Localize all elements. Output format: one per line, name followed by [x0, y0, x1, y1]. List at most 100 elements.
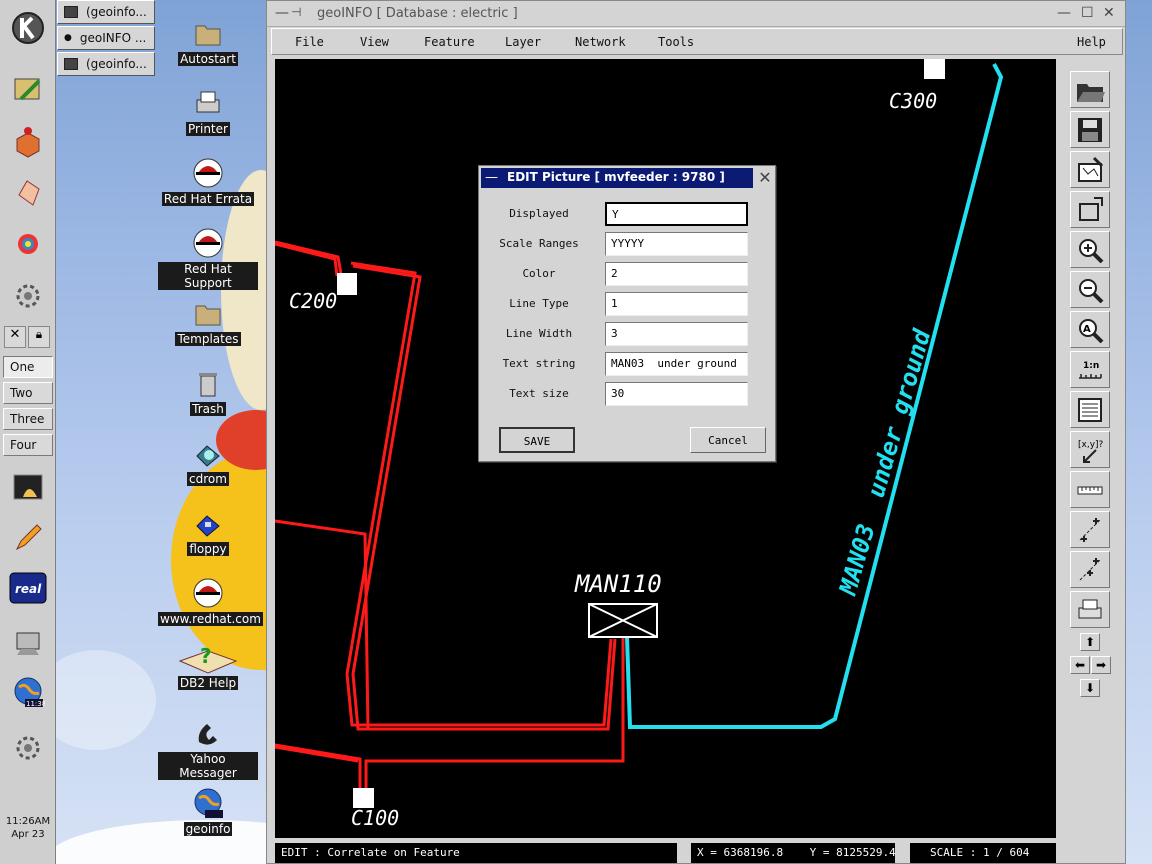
panel-clock[interactable]: 11:26AM Apr 23	[0, 815, 56, 841]
line-type-input[interactable]: 1	[605, 292, 748, 316]
icon-label: Trash	[190, 402, 226, 416]
realplayer-icon[interactable]: real	[5, 566, 51, 610]
menu-help[interactable]: Help	[1077, 35, 1106, 49]
color-input[interactable]: 2	[605, 262, 748, 286]
taskbar-task-2[interactable]: ● geoINFO ...	[57, 26, 155, 50]
desktop-icon-redhat-errata[interactable]: Red Hat Errata	[158, 156, 258, 206]
cancel-button[interactable]: Cancel	[690, 427, 766, 453]
desktop-icon-redhat-web[interactable]: www.redhat.com	[158, 576, 263, 626]
layer-list-icon[interactable]	[1070, 391, 1110, 428]
line-width-input[interactable]: 3	[605, 322, 748, 346]
dialog-title[interactable]: EDIT Picture [ mvfeeder : 9780 ]	[481, 168, 753, 188]
move-vertex-icon[interactable]	[1070, 511, 1110, 548]
menu-feature[interactable]: Feature	[424, 35, 475, 49]
pin-icon[interactable]: ✕	[4, 326, 26, 348]
menubar: File View Feature Layer Network Tools He…	[271, 28, 1123, 55]
open-folder-icon[interactable]	[1070, 71, 1110, 108]
terminal-shell-icon[interactable]	[5, 466, 51, 510]
window-title: geoINFO [ Database : electric ]	[317, 6, 518, 21]
menu-layer[interactable]: Layer	[505, 35, 541, 49]
dialog-menu-icon[interactable]: —	[485, 170, 498, 185]
node-c200	[337, 273, 357, 295]
settings-gear-icon[interactable]	[5, 274, 51, 318]
printer-icon[interactable]	[1070, 591, 1110, 628]
minimize-icon[interactable]: —	[1057, 5, 1071, 21]
desktop-button-four[interactable]: Four	[3, 434, 53, 456]
desktop-icon-cdrom[interactable]: cdrom	[158, 436, 258, 486]
kde-gears-icon[interactable]	[5, 222, 51, 266]
pan-down-button[interactable]: ⬇	[1080, 679, 1100, 697]
scale-1n-icon[interactable]: 1:n	[1070, 351, 1110, 388]
desktop-button-three[interactable]: Three	[3, 408, 53, 430]
select-rectangle-icon[interactable]	[1070, 191, 1110, 228]
pin-icon[interactable]: ⊣	[291, 5, 301, 19]
text-size-input[interactable]: 30	[605, 382, 748, 406]
menu-network[interactable]: Network	[575, 35, 626, 49]
desktop-button-one[interactable]: One	[3, 356, 53, 378]
kde-menu-icon[interactable]	[5, 6, 51, 50]
editor-pencil-icon[interactable]	[5, 516, 51, 560]
menu-tools[interactable]: Tools	[658, 35, 694, 49]
menu-file[interactable]: File	[295, 35, 324, 49]
tools-icon[interactable]	[5, 68, 51, 112]
close-icon[interactable]: ✕	[1103, 5, 1115, 21]
zoom-extent-icon[interactable]: A	[1070, 311, 1110, 348]
task-label: (geoinfo...	[86, 5, 147, 19]
measure-ruler-icon[interactable]	[1070, 471, 1110, 508]
task-label: geoINFO ...	[79, 31, 147, 45]
icon-label: geoinfo	[183, 822, 233, 836]
field-label: Displayed	[509, 207, 569, 220]
text-string-input[interactable]: MAN03 under ground	[605, 352, 748, 376]
dialog-close-icon[interactable]: ✕	[755, 168, 775, 188]
desktop-icon-geoinfo[interactable]: geoinfo	[158, 786, 258, 836]
floppy-icon	[191, 506, 225, 540]
desktop-icon-autostart[interactable]: Autostart	[158, 16, 258, 66]
help-book-icon: ?	[178, 640, 238, 674]
desktop-icon-yahoo-messager[interactable]: Yahoo Messager	[158, 716, 258, 780]
window-titlebar[interactable]: — ⊣ geoINFO [ Database : electric ] — ☐ …	[267, 1, 1125, 27]
desktop-icon-db2-help[interactable]: ? DB2 Help	[158, 640, 258, 690]
arrow-up-icon: ⬆	[1084, 635, 1096, 649]
desktop-icon-printer[interactable]: Printer	[158, 86, 258, 136]
pan-right-button[interactable]: ➡	[1091, 656, 1111, 674]
desktop-icon-trash[interactable]: Trash	[158, 366, 258, 416]
save-button[interactable]: SAVE	[499, 427, 575, 453]
desktop-icon-floppy[interactable]: floppy	[158, 506, 258, 556]
displayed-input[interactable]: Y	[605, 202, 748, 226]
hand-icon[interactable]	[5, 170, 51, 214]
save-disk-icon[interactable]	[1070, 111, 1110, 148]
add-vertex-icon[interactable]	[1070, 551, 1110, 588]
field-row-scale-ranges: Scale Ranges YYYYY	[479, 230, 777, 258]
zoom-in-icon[interactable]	[1070, 231, 1110, 268]
desktop-button-two[interactable]: Two	[3, 382, 53, 404]
status-scale-text: SCALE : 1 / 604	[930, 846, 1030, 859]
network-computer-icon[interactable]	[5, 620, 51, 664]
svg-text:[x,y]?: [x,y]?	[1078, 440, 1104, 450]
taskbar-task-3[interactable]: (geoinfo...	[57, 52, 155, 76]
maximize-icon[interactable]: ☐	[1081, 5, 1094, 21]
settings-gear-icon-2[interactable]	[5, 726, 51, 770]
redhat-icon	[191, 156, 225, 190]
window-menu-icon[interactable]: —	[275, 5, 289, 21]
status-coordinates: X = 6368196.8 Y = 8125529.4	[691, 843, 896, 863]
globe-clock-icon[interactable]: 11:38	[5, 670, 51, 714]
desktop-icon-redhat-support[interactable]: Red Hat Support	[158, 226, 258, 290]
package-icon[interactable]	[5, 120, 51, 164]
menu-view[interactable]: View	[360, 35, 389, 49]
print-map-icon[interactable]	[1070, 151, 1110, 188]
field-label: Line Width	[505, 327, 573, 340]
scale-ranges-input[interactable]: YYYYY	[605, 232, 748, 256]
lock-icon[interactable]: 🔒︎	[28, 326, 50, 348]
status-scale: SCALE : 1 / 604	[910, 843, 1056, 863]
taskbar-task-1[interactable]: (geoinfo...	[57, 0, 155, 24]
pan-up-button[interactable]: ⬆	[1080, 633, 1100, 651]
xy-coordinate-icon[interactable]: [x,y]?	[1070, 431, 1110, 468]
desktop-icon-templates[interactable]: Templates	[158, 296, 258, 346]
pan-left-button[interactable]: ⬅	[1070, 656, 1090, 674]
icon-label: Red Hat Errata	[161, 192, 255, 206]
zoom-out-icon[interactable]	[1070, 271, 1110, 308]
arrow-right-icon: ➡	[1095, 658, 1107, 672]
status-x: X = 6368196.8	[697, 846, 784, 859]
field-label: Color	[522, 267, 556, 280]
icon-label: Printer	[186, 122, 230, 136]
